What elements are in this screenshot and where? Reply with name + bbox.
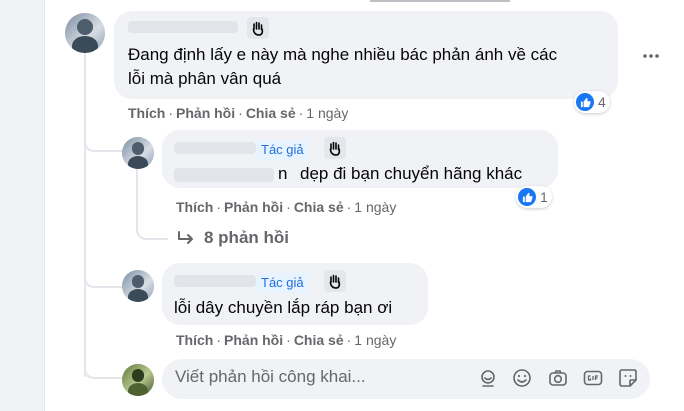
reply-actions: Thích · Phản hồi · Chia sẻ · 1 ngày bbox=[176, 199, 397, 215]
share-button[interactable]: Chia sẻ bbox=[246, 105, 296, 121]
reply-input[interactable]: Viết phản hồi công khai... bbox=[162, 359, 650, 399]
share-button[interactable]: Chia sẻ bbox=[294, 199, 344, 215]
reply-text-fragment: n bbox=[278, 164, 288, 183]
like-button[interactable]: Thích bbox=[176, 332, 213, 348]
reply-bubble: Tác giả lỗi dây chuyền lắp ráp bạn ơi bbox=[162, 263, 428, 325]
camera-icon[interactable] bbox=[548, 368, 568, 388]
like-button[interactable]: Thích bbox=[176, 199, 213, 215]
avatar-sticker-icon[interactable] bbox=[478, 368, 498, 388]
wave-icon[interactable] bbox=[247, 17, 269, 39]
view-more-replies[interactable]: 8 phản hồi bbox=[176, 228, 289, 248]
thread-connector-more bbox=[136, 216, 168, 240]
gif-icon[interactable] bbox=[583, 368, 603, 388]
like-button[interactable]: Thích bbox=[128, 105, 165, 121]
reply-text-redacted bbox=[174, 168, 274, 182]
thread-connector-input bbox=[84, 355, 124, 379]
reply-button[interactable]: Phản hồi bbox=[176, 105, 235, 121]
thread-line bbox=[84, 52, 86, 377]
comment-bubble: Đang định lấy e này mà nghe nhiều bác ph… bbox=[114, 11, 618, 99]
comment-actions: Thích · Phản hồi · Chia sẻ · 1 ngày bbox=[128, 105, 349, 121]
reaction-count: 4 bbox=[598, 94, 606, 110]
avatar[interactable] bbox=[122, 137, 154, 169]
avatar[interactable] bbox=[65, 13, 105, 53]
author-badge: Tác giả bbox=[256, 273, 309, 293]
share-button[interactable]: Chia sẻ bbox=[294, 332, 344, 348]
reaction-summary[interactable]: 4 bbox=[574, 91, 610, 113]
reply-text: dẹp đi bạn chuyển hãng khác bbox=[300, 164, 523, 183]
author-badge: Tác giả bbox=[256, 140, 309, 160]
wave-icon[interactable] bbox=[324, 137, 346, 159]
wave-icon[interactable] bbox=[324, 270, 346, 292]
more-options-icon[interactable] bbox=[637, 42, 665, 70]
emoji-icon[interactable] bbox=[512, 368, 532, 388]
author-name-redacted[interactable] bbox=[174, 142, 256, 154]
reaction-count: 1 bbox=[540, 189, 548, 205]
reply-bubble: Tác giả n dẹp đi bạn chuyển hãng khác bbox=[162, 130, 558, 188]
timestamp[interactable]: 1 ngày bbox=[306, 105, 348, 121]
reply-placeholder: Viết phản hồi công khai... bbox=[175, 367, 366, 386]
reaction-summary[interactable]: 1 bbox=[516, 186, 552, 208]
reply-button[interactable]: Phản hồi bbox=[224, 332, 283, 348]
author-name-redacted[interactable] bbox=[174, 275, 256, 287]
comment-text-line1: Đang định lấy e này mà nghe nhiều bác ph… bbox=[128, 45, 558, 64]
thread-connector bbox=[84, 128, 124, 152]
avatar[interactable] bbox=[122, 270, 154, 302]
current-user-avatar[interactable] bbox=[122, 364, 154, 396]
thread-connector-reply2 bbox=[84, 260, 124, 288]
reply-actions: Thích · Phản hồi · Chia sẻ · 1 ngày bbox=[176, 332, 397, 348]
sticker-icon[interactable] bbox=[618, 368, 638, 388]
like-reaction-icon bbox=[518, 188, 536, 206]
reply-arrow-icon bbox=[178, 231, 193, 244]
comment-text-line2: lỗi mà phân vân quá bbox=[128, 69, 282, 88]
more-replies-label: 8 phản hồi bbox=[204, 228, 289, 247]
reply-button[interactable]: Phản hồi bbox=[224, 199, 283, 215]
like-reaction-icon bbox=[576, 93, 594, 111]
author-name-redacted[interactable] bbox=[128, 21, 238, 33]
timestamp[interactable]: 1 ngày bbox=[354, 332, 396, 348]
timestamp[interactable]: 1 ngày bbox=[354, 199, 396, 215]
reply-text: lỗi dây chuyền lắp ráp bạn ơi bbox=[174, 298, 393, 317]
scroll-indicator bbox=[370, 0, 510, 2]
